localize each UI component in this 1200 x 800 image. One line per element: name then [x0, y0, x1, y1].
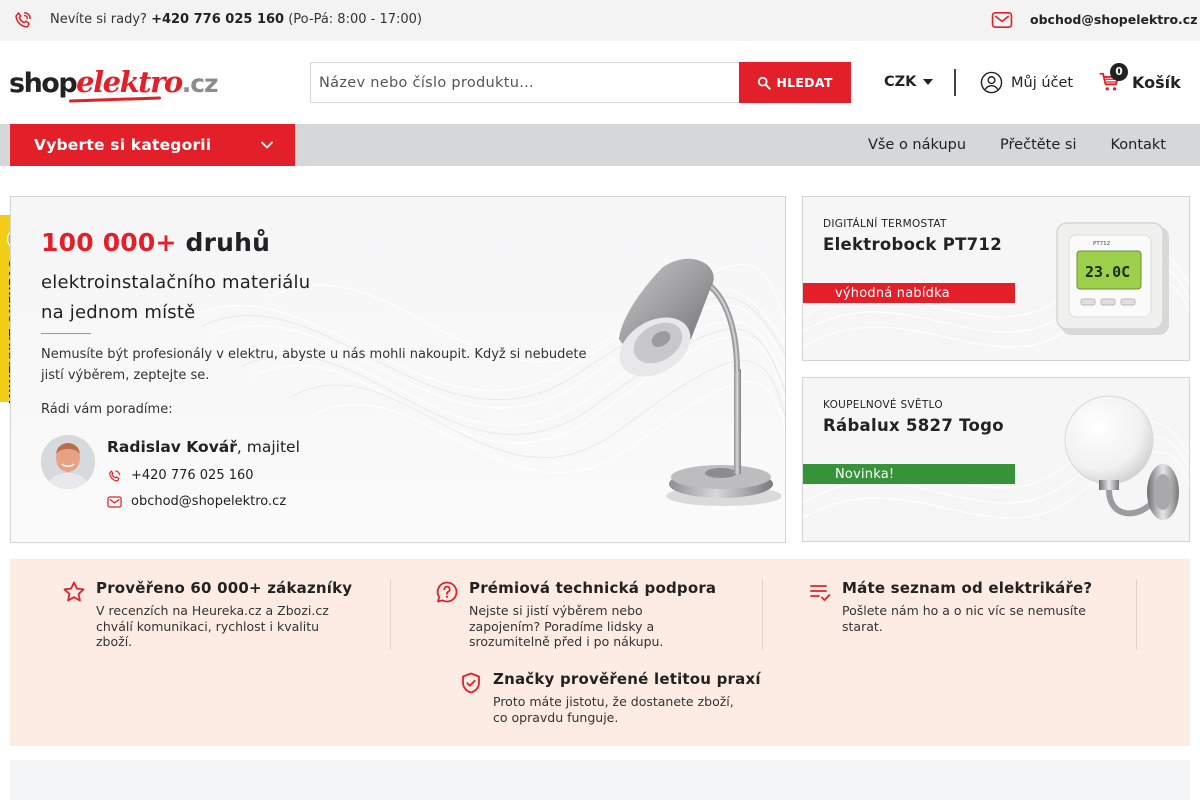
- hero-advise-label: Rádi vám poradíme:: [41, 402, 173, 417]
- search-button[interactable]: HLEDAT: [739, 62, 851, 103]
- promo-product-name: Elektrobock PT712: [823, 235, 1002, 254]
- thermostat-image: PT712 23.0C: [1056, 222, 1169, 335]
- search-input[interactable]: [311, 63, 739, 102]
- promo-ribbon-deal: výhodná nabídka: [803, 283, 1015, 303]
- benefit-text: Proto máte jistotu, že dostanete zboží, …: [493, 694, 734, 725]
- checklist-icon: [810, 585, 831, 601]
- benefit-title: Máte seznam od elektrikáře?: [842, 579, 1093, 597]
- owner-email[interactable]: obchod@shopelektro.cz: [107, 494, 286, 509]
- topbar-email-link[interactable]: obchod@shopelektro.cz: [1030, 12, 1197, 27]
- promo-product-name: Rábalux 5827 Togo: [823, 416, 1004, 435]
- category-menu-label: Vyberte si kategorii: [34, 136, 212, 154]
- owner-avatar: [41, 435, 95, 489]
- benefit-text: V recenzích na Heureka.cz a Zbozi.cz chv…: [96, 603, 329, 650]
- hero-subline-1: elektroinstalačního materiálu: [41, 272, 311, 293]
- wall-light-image: [1064, 395, 1179, 520]
- header-divider: [954, 69, 956, 96]
- nav-link-read[interactable]: Přečtěte si: [1000, 137, 1076, 153]
- benefit-text-line: starat.: [842, 618, 883, 634]
- currency-select[interactable]: CZK: [884, 74, 934, 90]
- nav-link-about-shopping[interactable]: Vše o nákupu: [868, 137, 966, 153]
- top-bar: Nevíte si rady? +420 776 025 160 (Po-Pá:…: [0, 0, 1200, 41]
- mail-icon: [107, 495, 122, 508]
- account-link[interactable]: Můj účet: [980, 71, 1073, 94]
- thermostat-display-value: 23.0C: [1085, 263, 1130, 281]
- phone-icon: [109, 469, 121, 481]
- benefit-text-line: Proto máte jistotu, že dostanete zboží,: [493, 694, 734, 709]
- hero-headline: 100 000+ druhů: [41, 228, 270, 257]
- hero-banner: 100 000+ druhů elektroinstalačního mater…: [10, 196, 786, 543]
- main-nav: Vyberte si kategorii Vše o nákupu Přečtě…: [0, 124, 1200, 166]
- promo-card-bathroom-light[interactable]: KOUPELNOVÉ SVĚTLO Rábalux 5827 Togo Novi…: [802, 377, 1190, 542]
- thermostat-model-label: PT712: [1093, 241, 1110, 247]
- benefit-text-line: chválí komunikaci, rychlost i kvalitu: [96, 618, 320, 634]
- hero-subline-2: na jednom místě: [41, 302, 196, 323]
- user-icon: [980, 71, 1003, 94]
- search-button-label: HLEDAT: [776, 75, 833, 90]
- benefit-title: Prověřeno 60 000+ zákazníky: [96, 579, 353, 597]
- owner-email-address: obchod@shopelektro.cz: [131, 494, 287, 509]
- next-section-strip: [10, 760, 1190, 800]
- benefit-text: Pošlete nám ho a o nic víc se nemusíte s…: [842, 603, 1086, 634]
- benefit-text-line: zapojením? Poradíme lidsky a: [469, 618, 655, 634]
- hero-headline-rest: druhů: [185, 228, 271, 257]
- hero-divider: [41, 333, 91, 334]
- advice-prefix: Nevíte si rady?: [50, 12, 147, 27]
- benefit-divider: [390, 579, 391, 650]
- benefit-text: Nejste si jistí výběrem nebo zapojením? …: [469, 603, 663, 650]
- support-chat-icon: [436, 581, 458, 603]
- currency-value: CZK: [884, 74, 917, 90]
- owner-name-bold: Radislav Kovář: [107, 438, 237, 456]
- hero-headline-highlight: 100 000+: [41, 228, 177, 257]
- search-icon: [758, 76, 771, 90]
- benefit-text-line: Nejste si jistí výběrem nebo: [469, 603, 643, 618]
- advice-hours: (Po-Pá: 8:00 - 17:00): [288, 12, 422, 27]
- logo-part-shop: shop: [9, 68, 78, 99]
- promo-kicker: KOUPELNOVÉ SVĚTLO: [823, 399, 943, 411]
- benefit-title: Značky prověřené letitou praxí: [493, 670, 761, 688]
- owner-name: Radislav Kovář, majitel: [107, 438, 300, 456]
- promo-kicker: DIGITÁLNÍ TERMOSTAT: [823, 218, 947, 230]
- owner-phone[interactable]: +420 776 025 160: [107, 468, 254, 483]
- chevron-down-icon: [261, 141, 273, 149]
- benefit-text-line: zboží.: [96, 634, 133, 649]
- hero-subline: elektroinstalačního materiálu na jednom …: [41, 268, 310, 328]
- benefit-divider: [762, 579, 763, 650]
- advice-phone[interactable]: +420 776 025 160: [151, 12, 284, 27]
- desk-lamp-image: [619, 258, 781, 506]
- caret-down-icon: [923, 79, 934, 85]
- benefits-section: Prověřeno 60 000+ zákazníky V recenzích …: [10, 559, 1190, 746]
- benefit-text-line: srozumitelně před i po nákupu.: [469, 634, 664, 649]
- nav-link-contact[interactable]: Kontakt: [1110, 137, 1166, 153]
- benefit-divider: [1136, 579, 1137, 650]
- cart-link[interactable]: 0 Košík: [1099, 63, 1181, 93]
- owner-phone-number: +420 776 025 160: [131, 468, 254, 483]
- phone-icon: [15, 12, 31, 28]
- shield-check-icon: [462, 672, 480, 694]
- site-header: shopelektro.cz HLEDAT CZK Můj účet 0 Koš…: [0, 41, 1200, 124]
- logo-part-elektro: elektro: [76, 65, 183, 99]
- cart-label: Košík: [1132, 72, 1181, 92]
- hero-description: Nemusíte být profesionály v elektru, aby…: [41, 347, 587, 383]
- cart-count-badge: 0: [1110, 63, 1128, 81]
- account-label: Můj účet: [1011, 74, 1074, 91]
- site-logo[interactable]: shopelektro.cz: [9, 65, 219, 103]
- benefit-text-line: V recenzích na Heureka.cz a Zbozi.cz: [96, 603, 329, 618]
- star-icon: [63, 581, 85, 602]
- category-menu-button[interactable]: Vyberte si kategorii: [10, 124, 295, 166]
- owner-role: , majitel: [236, 438, 300, 456]
- benefit-title: Prémiová technická podpora: [469, 579, 717, 597]
- nav-links: Vše o nákupu Přečtěte si Kontakt: [868, 124, 1200, 166]
- advice-text: Nevíte si rady? +420 776 025 160 (Po-Pá:…: [50, 12, 422, 27]
- benefit-text-line: Pošlete nám ho a o nic víc se nemusíte: [842, 603, 1086, 618]
- promo-card-thermostat[interactable]: DIGITÁLNÍ TERMOSTAT Elektrobock PT712 vý…: [802, 196, 1190, 361]
- search-bar: HLEDAT: [310, 62, 851, 103]
- promo-ribbon-new: Novinka!: [803, 464, 1015, 484]
- logo-part-cz: .cz: [181, 69, 219, 98]
- mail-icon: [991, 11, 1013, 29]
- benefit-text-line: co opravdu funguje.: [493, 709, 619, 725]
